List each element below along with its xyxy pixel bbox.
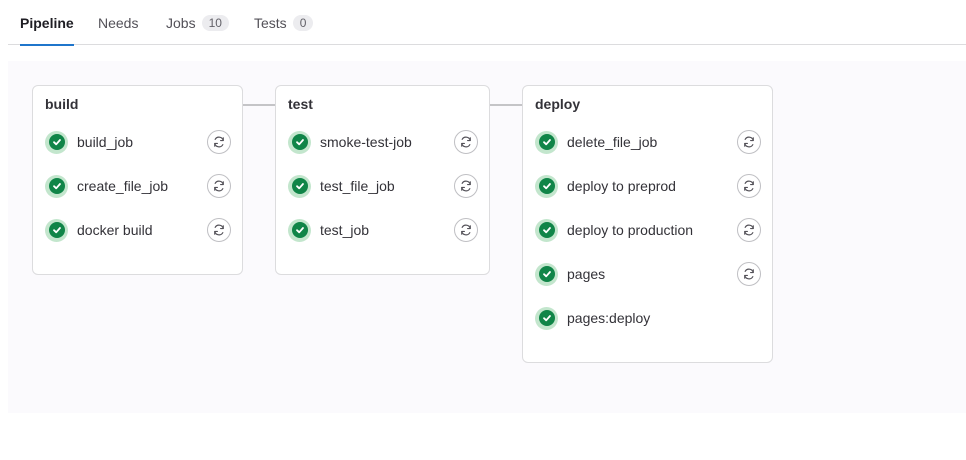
retry-icon[interactable] [454,174,478,198]
job-row[interactable]: test_job [276,208,489,252]
job-row[interactable]: pages:deploy [523,296,772,340]
check-circle-icon [535,306,558,330]
job-row[interactable]: deploy to preprod [523,164,772,208]
stage-title: test [288,96,313,112]
jobs-count-badge: 10 [201,14,229,31]
retry-icon[interactable] [207,174,231,198]
pipeline-tabs: Pipeline Needs Jobs 10 Tests 0 [8,0,966,46]
job-name[interactable]: deploy to production [567,222,693,238]
job-name[interactable]: smoke-test-job [320,134,412,150]
tab-tests-label: Tests [254,14,287,31]
job-name[interactable]: build_job [77,134,133,150]
job-row[interactable]: deploy to production [523,208,772,252]
stage-build: build build_job create_file_jobdocker buil… [32,85,243,275]
job-row[interactable]: pages [523,252,772,296]
job-name[interactable]: test_job [320,222,369,238]
check-circle-icon [45,218,68,242]
job-name[interactable]: docker build [77,222,153,238]
stage-connector [242,104,276,106]
stage-connector [489,104,523,106]
retry-icon[interactable] [454,218,478,242]
job-name[interactable]: test_file_job [320,178,395,194]
job-name[interactable]: create_file_job [77,178,168,194]
stage-deploy: deploy delete_file_jobdeploy to preprod de… [522,85,773,363]
tab-jobs[interactable]: Jobs 10 [166,0,229,45]
tab-tests[interactable]: Tests 0 [254,0,314,45]
tab-pipeline-label: Pipeline [20,14,74,31]
retry-icon[interactable] [207,130,231,154]
check-circle-icon [288,174,311,198]
tab-jobs-label: Jobs [166,14,196,31]
stage-test: test smoke-test-job test_file_job test_job [275,85,490,275]
check-circle-icon [535,130,558,154]
job-name[interactable]: pages [567,266,605,282]
stage-title: deploy [535,96,581,112]
job-row[interactable]: docker build [33,208,242,252]
retry-icon[interactable] [737,262,761,286]
tab-pipeline[interactable]: Pipeline [20,0,74,46]
retry-icon[interactable] [454,130,478,154]
retry-icon[interactable] [737,130,761,154]
check-circle-icon [288,218,311,242]
job-row[interactable]: build_job [33,120,242,164]
check-circle-icon [535,262,558,286]
job-name[interactable]: pages:deploy [567,310,650,326]
job-name[interactable]: deploy to preprod [567,178,676,194]
check-circle-icon [288,130,311,154]
tab-needs-label: Needs [98,14,139,31]
job-row[interactable]: create_file_job [33,164,242,208]
job-row[interactable]: smoke-test-job [276,120,489,164]
check-circle-icon [45,174,68,198]
check-circle-icon [535,218,558,242]
pipeline-graph: build build_job create_file_jobdocker buil… [8,61,966,413]
tab-needs[interactable]: Needs [98,0,138,45]
retry-icon[interactable] [207,218,231,242]
retry-icon[interactable] [737,218,761,242]
job-row[interactable]: delete_file_job [523,120,772,164]
stage-title: build [45,96,79,112]
check-circle-icon [45,130,68,154]
job-name[interactable]: delete_file_job [567,134,657,150]
job-row[interactable]: test_file_job [276,164,489,208]
retry-icon[interactable] [737,174,761,198]
tests-count-badge: 0 [292,14,314,31]
check-circle-icon [535,174,558,198]
